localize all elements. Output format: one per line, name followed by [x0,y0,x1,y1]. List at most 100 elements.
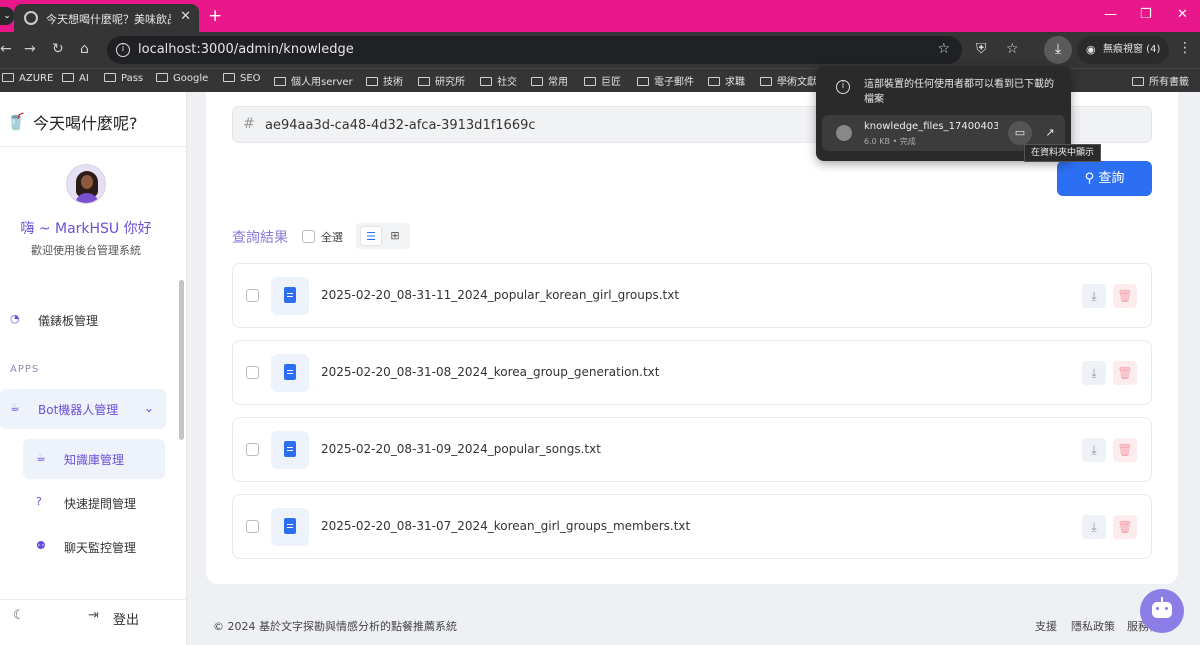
sidebar-scrollbar[interactable] [179,280,184,440]
view-toggle: ☰ ⊞ [356,223,410,249]
dark-mode-toggle-icon[interactable]: ☾ [13,608,25,623]
folder-icon [104,73,116,82]
bookmark-folder[interactable]: AZURE [2,73,53,84]
delete-file-button[interactable]: 🗑 [1113,515,1137,539]
bookmark-folder[interactable]: 技術 [366,73,403,88]
row-checkbox[interactable] [246,520,259,533]
folder-icon [418,77,430,86]
address-bar[interactable]: i localhost:3000/admin/knowledge ☆ [107,36,962,64]
sidebar-item-knowledge[interactable]: ☕ 知識庫管理 [23,439,165,479]
all-bookmarks[interactable]: 所有書籤 [1132,73,1189,88]
new-tab-button[interactable]: + [208,6,222,26]
select-all-checkbox[interactable] [302,230,315,243]
download-file-button[interactable]: ⤓ [1082,361,1106,385]
incognito-indicator[interactable]: ◉ 無痕視窗 (4) [1077,36,1169,64]
row-checkbox[interactable] [246,289,259,302]
gauge-icon: ◔ [10,312,20,325]
browser-toolbar: ← → ↻ ⌂ i localhost:3000/admin/knowledge… [0,32,1200,68]
result-title: 查詢結果 [232,230,288,246]
footer-privacy-link[interactable]: 隱私政策 [1071,618,1115,634]
bookmark-folder[interactable]: 電子郵件 [637,73,694,88]
close-window-icon[interactable]: ✕ [1177,7,1188,22]
tooltip: 在資料夾中顯示 [1024,144,1102,162]
url-text[interactable]: localhost:3000/admin/knowledge [138,42,354,57]
row-checkbox[interactable] [246,443,259,456]
folder-icon [480,77,492,86]
bookmark-folder[interactable]: Pass [104,73,143,84]
row-checkbox[interactable] [246,366,259,379]
bookmark-folder[interactable]: 巨匠 [584,73,621,88]
home-icon[interactable]: ⌂ [80,41,89,57]
file-row[interactable]: 2025-02-20_08-31-09_2024_popular_songs.t… [232,417,1152,482]
list-view-icon[interactable]: ☰ [360,226,382,246]
bookmark-folder[interactable]: SEO [223,73,261,84]
minimize-icon[interactable]: — [1104,7,1117,22]
bookmark-folder[interactable]: 常用 [531,73,568,88]
sidebar: 🥤 今天喝什麼呢? 嗨 ~ MarkHSU 你好 歡迎使用後台管理系統 ◔ 儀錶… [0,92,187,645]
divider [0,146,186,147]
footer-support-link[interactable]: 支援 [1035,618,1057,634]
tab-search-button[interactable]: ⌄ [0,7,14,25]
delete-file-button[interactable]: 🗑 [1113,284,1137,308]
site-info-icon[interactable]: i [116,43,130,57]
bookmark-folder[interactable]: AI [62,73,89,84]
knowledge-id-value[interactable]: ae94aa3d-ca48-4d32-afca-3913d1f1669c [265,118,536,133]
folder-icon [62,73,74,82]
divider [0,599,186,600]
browser-tab[interactable]: 今天想喝什麼呢？美味飲品・ ✕ [14,4,199,32]
delete-file-button[interactable]: 🗑 [1113,361,1137,385]
downloads-button[interactable]: ⤓ [1044,36,1072,64]
incognito-icon: ◉ [1086,43,1096,56]
file-row[interactable]: 2025-02-20_08-31-11_2024_popular_korean_… [232,263,1152,328]
chatbot-button[interactable] [1140,589,1184,633]
forward-icon[interactable]: → [24,41,36,57]
section-label-apps: APPS [10,364,40,375]
sidebar-item-label: 快速提問管理 [64,497,137,511]
brand-name[interactable]: 今天喝什麼呢? [33,110,138,134]
chevron-down-icon: ⌄ [143,401,154,415]
incognito-shield-icon[interactable]: ⛨ [976,41,987,57]
grid-view-icon[interactable]: ⊞ [384,226,406,246]
bookmark-folder[interactable]: 研究所 [418,73,465,88]
download-file-button[interactable]: ⤓ [1082,438,1106,462]
bookmark-folder[interactable]: 個人用server [274,73,353,88]
bookmark-star-icon[interactable]: ☆ [937,41,950,57]
document-icon [271,354,309,392]
folder-icon [2,73,14,82]
query-button-label: 查詢 [1098,171,1125,186]
folder-icon [366,77,378,86]
close-tab-icon[interactable]: ✕ [180,9,191,24]
sidebar-item-chat-monitor[interactable]: ⚉ 聊天監控管理 [23,527,165,567]
query-button[interactable]: ⚲ 查詢 [1057,161,1152,196]
bookmark-folder[interactable]: 學術文獻 [760,73,817,88]
bookmark-folder[interactable]: 社交 [480,73,517,88]
sidebar-item-quick-question[interactable]: ? 快速提問管理 [23,483,165,523]
logout-button[interactable]: 登出 [113,609,139,628]
back-icon[interactable]: ← [0,41,12,57]
select-all-label[interactable]: 全選 [321,229,343,245]
open-external-icon[interactable]: ↗ [1038,121,1062,145]
robot-icon: ⚉ [36,539,46,552]
file-name: 2025-02-20_08-31-08_2024_korea_group_gen… [321,365,660,379]
folder-icon [1132,77,1144,86]
show-in-folder-icon[interactable]: ▭ [1008,121,1032,145]
sidebar-item-label: Bot機器人管理 [38,403,119,417]
bookmark-folder[interactable]: 求職 [708,73,745,88]
restore-icon[interactable]: ❐ [1140,7,1152,22]
sidebar-item-dashboard[interactable]: ◔ 儀錶板管理 [0,300,166,340]
file-row[interactable]: 2025-02-20_08-31-08_2024_korea_group_gen… [232,340,1152,405]
download-file-button[interactable]: ⤓ [1082,284,1106,308]
download-filename[interactable]: knowledge_files_174004030 [864,121,998,132]
delete-file-button[interactable]: 🗑 [1113,438,1137,462]
reload-icon[interactable]: ↻ [52,41,64,57]
file-row[interactable]: 2025-02-20_08-31-07_2024_korean_girl_gro… [232,494,1152,559]
bookmarks-star-icon[interactable]: ☆ [1006,41,1019,57]
logout-icon[interactable]: ⇥ [88,608,99,623]
hash-icon: # [243,116,255,132]
download-file-button[interactable]: ⤓ [1082,515,1106,539]
search-icon: ⚲ [1084,171,1095,186]
sidebar-item-bot[interactable]: ☕ Bot機器人管理 ⌄ [0,389,166,429]
browser-menu-icon[interactable]: ⋮ [1178,40,1192,56]
file-name: 2025-02-20_08-31-09_2024_popular_songs.t… [321,442,601,456]
bookmark-folder[interactable]: Google [156,73,208,84]
